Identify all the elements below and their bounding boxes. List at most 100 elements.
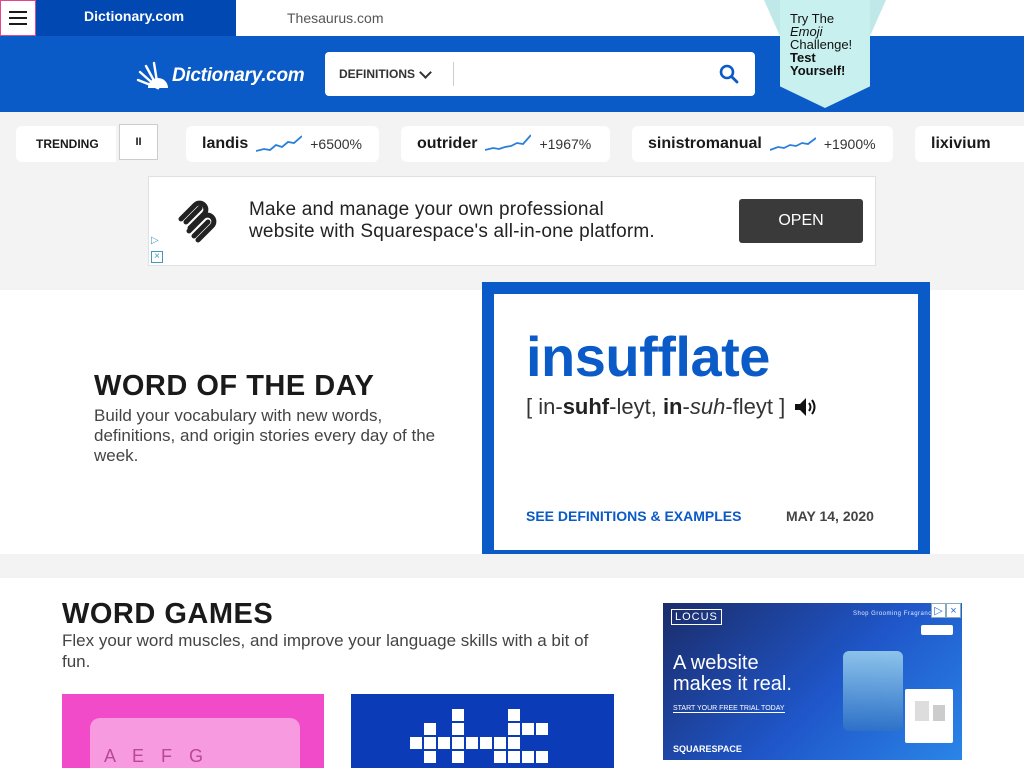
see-definitions-link[interactable]: SEE DEFINITIONS & EXAMPLES <box>526 508 741 524</box>
pron-part: - <box>682 394 690 419</box>
pron-part: -fleyt ] <box>725 394 786 419</box>
ad-trial-link[interactable]: START YOUR FREE TRIAL TODAY <box>673 705 785 713</box>
wotd-card: insufflate [ in-suhf-leyt, in-suh-fleyt … <box>482 282 930 562</box>
crossword-cell <box>507 736 521 750</box>
crossword-cell <box>451 750 465 764</box>
ad-product-box-image <box>905 689 953 743</box>
crossword-cell <box>493 736 507 750</box>
tab-dictionary[interactable]: Dictionary.com <box>36 0 236 36</box>
crossword-cell <box>423 722 437 736</box>
chevron-down-icon <box>419 65 432 79</box>
hamburger-menu-button[interactable] <box>0 0 36 36</box>
pron-part: -leyt, <box>609 394 663 419</box>
wotd-word[interactable]: insufflate <box>526 324 770 389</box>
ad-mock-control <box>921 625 953 635</box>
crossword-cell <box>423 750 437 764</box>
game-card-crossword[interactable] <box>351 694 614 768</box>
ad-headline-line: A website <box>673 652 759 674</box>
wotd-card-inner: insufflate [ in-suhf-leyt, in-suh-fleyt … <box>494 294 918 550</box>
speaker-icon[interactable] <box>793 395 819 419</box>
word-of-the-day-section: WORD OF THE DAY Build your vocabulary wi… <box>0 282 1024 562</box>
crossword-cell <box>507 708 521 722</box>
ad-close-icon[interactable]: × <box>946 603 961 618</box>
crossword-cell <box>451 708 465 722</box>
trending-change: +1967% <box>539 136 592 152</box>
site-logo[interactable]: Dictionary.com <box>134 56 310 96</box>
wotd-heading: WORD OF THE DAY <box>94 370 375 402</box>
ad-headline: A website makes it real. <box>673 653 792 695</box>
search-divider <box>453 62 454 86</box>
pronunciation-text: [ in-suhf-leyt, in-suh-fleyt ] <box>526 394 785 420</box>
trending-word: outrider <box>417 135 478 152</box>
trending-change: +1900% <box>823 136 876 152</box>
squarespace-ad-banner[interactable]: ▷ × Make and manage your own professiona… <box>148 176 876 266</box>
crossword-cell <box>409 736 423 750</box>
pause-button[interactable]: II <box>119 124 158 160</box>
crossword-cell <box>521 750 535 764</box>
trending-word: sinistromanual <box>648 135 762 152</box>
tab-thesaurus-label: Thesaurus.com <box>287 10 384 26</box>
logo-burst-icon <box>136 61 168 90</box>
ad-nav-text: Shop Grooming Fragrances <box>853 611 940 617</box>
trending-label: TRENDING <box>16 126 116 162</box>
adchoices-icon[interactable]: ▷ <box>931 603 946 618</box>
ad-line-2: website with Squarespace's all-in-one pl… <box>249 221 655 242</box>
search-bar: DEFINITIONS <box>325 52 755 96</box>
ad-bottle-image <box>843 651 903 731</box>
games-blurb: Flex your word muscles, and improve your… <box>62 631 589 671</box>
trending-item[interactable]: outrider +1967% <box>401 126 610 162</box>
sparkline-icon <box>256 135 303 152</box>
crossword-cell <box>465 736 479 750</box>
ad-copy: Make and manage your own professional we… <box>249 199 655 243</box>
trending-item[interactable]: sinistromanual +1900% <box>632 126 893 162</box>
menu-icon-line <box>9 11 27 13</box>
ad-brand-tag: LOCUS <box>671 609 722 625</box>
menu-icon-line <box>9 23 27 25</box>
ad-brand-name: SQUARESPACE <box>673 744 742 754</box>
section-divider <box>0 554 1024 578</box>
ad-open-button[interactable]: OPEN <box>739 199 863 243</box>
emoji-challenge-badge[interactable]: Try The Emoji Challenge! Test Yourself! <box>780 0 870 108</box>
trending-word: landis <box>202 135 249 152</box>
game-card-letters[interactable]: A E F G <box>62 694 324 768</box>
pron-part: [ in- <box>526 394 563 419</box>
adchoices-icon[interactable]: ▷ <box>151 235 163 247</box>
trending-item[interactable]: landis +6500% <box>186 126 379 162</box>
crossword-cell <box>423 736 437 750</box>
wotd-pronunciation: [ in-suhf-leyt, in-suh-fleyt ] <box>526 394 819 420</box>
search-button[interactable] <box>714 54 744 94</box>
crossword-cell <box>493 750 507 764</box>
tab-dictionary-label: Dictionary.com <box>84 8 185 24</box>
search-scope-dropdown[interactable]: DEFINITIONS <box>339 65 432 81</box>
badge-line: Yourself! <box>790 63 846 78</box>
crossword-cell <box>437 736 451 750</box>
menu-icon-line <box>9 17 27 19</box>
trending-change: +6500% <box>310 136 363 152</box>
crossword-cell <box>507 722 521 736</box>
pron-stress: in <box>662 394 683 419</box>
badge-ribbon-left <box>764 0 780 36</box>
squarespace-logo-icon <box>178 200 217 243</box>
trending-item[interactable]: lixivium <box>915 126 1024 162</box>
crossword-cell <box>535 750 549 764</box>
games-heading: WORD GAMES <box>62 598 274 630</box>
search-icon <box>719 64 739 84</box>
side-ad-controls: ▷ × <box>931 603 961 619</box>
crossword-cell <box>479 736 493 750</box>
ad-close-icon[interactable]: × <box>151 251 163 263</box>
search-input[interactable] <box>463 60 708 88</box>
pron-italic: suh <box>689 394 726 419</box>
ad-headline-line: makes it real. <box>673 673 792 695</box>
tab-thesaurus[interactable]: Thesaurus.com <box>236 0 1024 36</box>
badge-text: Try The Emoji Challenge! Test Yourself! <box>790 12 852 77</box>
site-header: Dictionary.com DEFINITIONS <box>0 36 1024 112</box>
wotd-date: MAY 14, 2020 <box>786 508 874 524</box>
ad-product-shape <box>933 705 945 721</box>
trending-word: lixivium <box>931 135 991 152</box>
logo-text: Dictionary.com <box>172 65 305 86</box>
crossword-cell <box>507 750 521 764</box>
ad-line-1: Make and manage your own professional <box>249 199 604 220</box>
ad-product-shape <box>915 701 929 721</box>
squarespace-side-ad[interactable]: LOCUS Shop Grooming Fragrances A website… <box>663 603 962 760</box>
pron-stress: suhf <box>562 394 610 419</box>
